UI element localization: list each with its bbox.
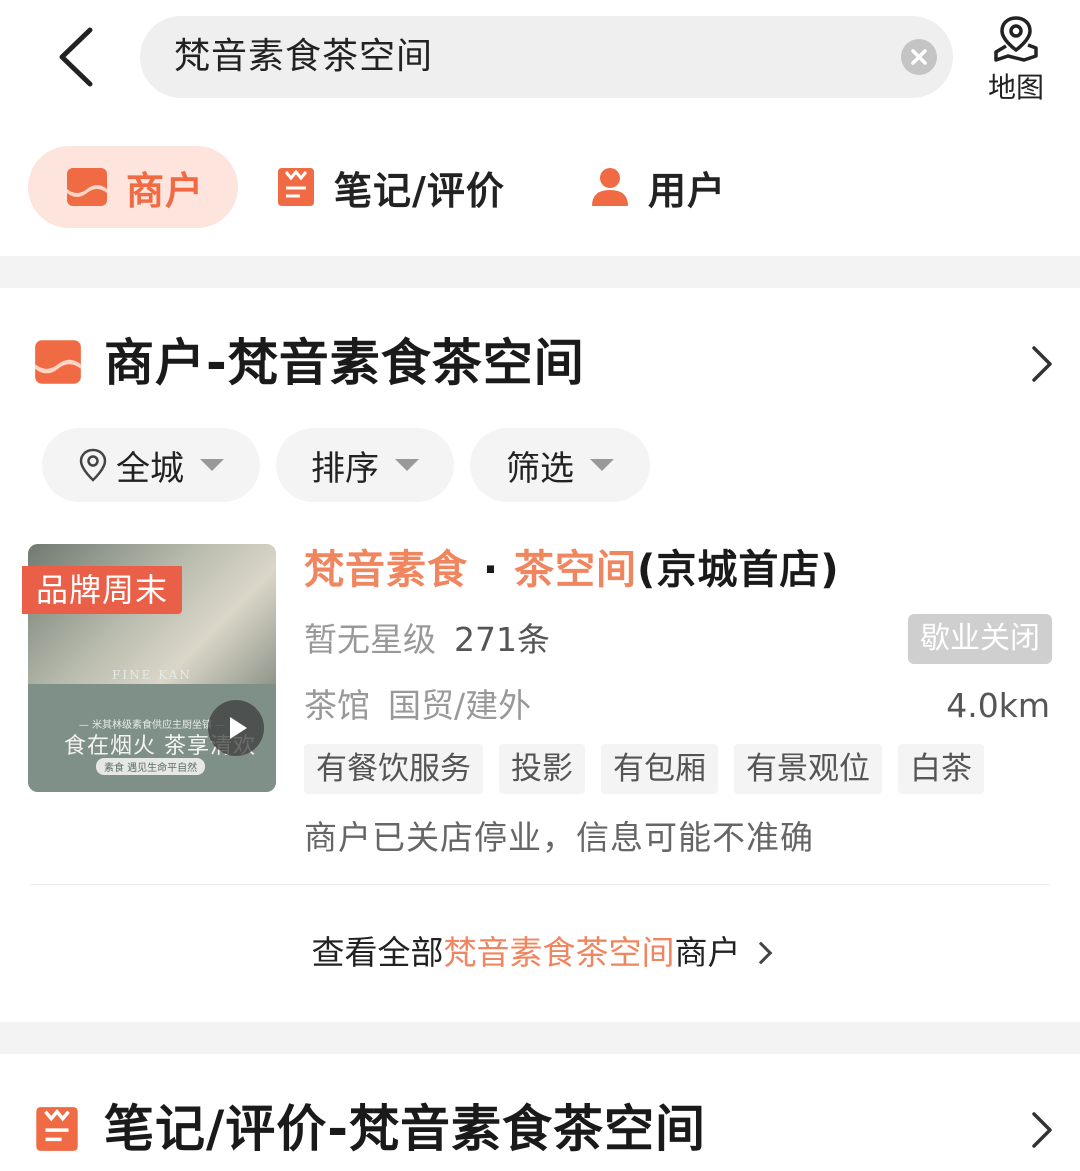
caret-down-icon: [200, 459, 224, 471]
play-button[interactable]: [208, 700, 264, 756]
location-pin-icon: [79, 448, 107, 482]
name-highlight: 茶空间: [514, 547, 638, 593]
section-divider: [0, 1022, 1080, 1054]
more-filter[interactable]: 筛选: [470, 428, 650, 502]
tag: 有餐饮服务: [304, 744, 483, 794]
clear-search-button[interactable]: [901, 39, 937, 75]
chevron-right-icon: [749, 941, 772, 965]
tab-label: 用户: [648, 168, 727, 213]
search-tabs: 商户 笔记/评价 用户: [0, 140, 1080, 235]
chevron-left-icon: [59, 27, 93, 87]
view-all-keyword: 梵音素食茶空间: [443, 933, 675, 972]
notes-section-header[interactable]: 笔记/评价-梵音素食茶空间: [0, 1092, 1080, 1171]
tag: 有包厢: [601, 744, 718, 794]
caret-down-icon: [395, 459, 419, 471]
section-divider: [0, 256, 1080, 288]
thumbnail-photo: [28, 544, 276, 684]
section-title: 商户-梵音素食茶空间: [104, 334, 585, 392]
status-badge: 歇业关闭: [908, 614, 1052, 664]
sort-filter[interactable]: 排序: [276, 428, 454, 502]
note-icon: [36, 1107, 78, 1151]
more-filter-label: 筛选: [506, 448, 574, 489]
view-all-suffix: 商户: [674, 933, 741, 972]
sort-filter-label: 排序: [311, 448, 379, 489]
close-icon: [911, 49, 927, 65]
map-label: 地图: [987, 71, 1044, 104]
tag: 白茶: [898, 744, 984, 794]
chevron-right-icon: [1032, 1112, 1052, 1148]
tab-notes[interactable]: 笔记/评价: [276, 146, 505, 228]
city-filter-label: 全城: [116, 448, 184, 489]
view-all-prefix: 查看全部: [311, 933, 444, 972]
view-all-merchants-link[interactable]: 查看全部梵音素食茶空间商户: [0, 928, 1080, 978]
thumbnail-brand-text: FINE KAN: [112, 668, 192, 682]
review-count: 271条: [454, 620, 550, 659]
merchant-name[interactable]: 梵音素食 · 茶空间(京城首店): [304, 544, 840, 596]
shop-icon: [35, 340, 81, 384]
tag: 有景观位: [734, 744, 882, 794]
note-icon: [278, 168, 314, 206]
section-title: 笔记/评价-梵音素食茶空间: [104, 1100, 707, 1158]
tab-label: 笔记/评价: [334, 168, 505, 213]
merchant-section-header[interactable]: 商户-梵音素食茶空间: [0, 326, 1080, 406]
name-suffix: (京城首店): [637, 547, 840, 593]
tab-users[interactable]: 用户: [590, 146, 726, 228]
filter-bar: 全城 排序 筛选: [0, 428, 1080, 502]
city-filter[interactable]: 全城: [42, 428, 260, 502]
thumbnail-subtitle: 素食 遇见生命平自然: [96, 758, 206, 775]
back-button[interactable]: [50, 22, 110, 92]
tab-merchants[interactable]: 商户: [28, 146, 238, 228]
search-input[interactable]: 梵音素食茶空间: [140, 16, 953, 98]
card-divider: [30, 884, 1050, 885]
brand-weekend-badge: 品牌周末: [22, 566, 183, 614]
shop-icon: [67, 168, 107, 206]
category: 茶馆: [304, 686, 370, 725]
map-button[interactable]: 地图: [980, 12, 1052, 104]
play-icon: [230, 717, 247, 739]
category-row: 茶馆 国贸/建外: [304, 684, 531, 728]
name-highlight: 梵音素食: [304, 547, 468, 593]
rating-row: 暂无星级 271条: [304, 618, 550, 662]
rating-text: 暂无星级: [304, 620, 436, 659]
user-icon: [592, 168, 628, 206]
distance: 4.0km: [946, 686, 1050, 725]
caret-down-icon: [590, 459, 614, 471]
chevron-right-icon: [1032, 346, 1052, 382]
tab-label: 商户: [126, 168, 205, 213]
name-separator: ·: [468, 547, 515, 593]
closed-notice: 商户已关店停业，信息可能不准确: [304, 818, 814, 857]
map-icon: [994, 16, 1038, 62]
business-area: 国贸/建外: [388, 686, 532, 725]
top-bar: 梵音素食茶空间 地图: [0, 0, 1080, 120]
tag: 投影: [499, 744, 585, 794]
search-query-text: 梵音素食茶空间: [174, 36, 434, 77]
